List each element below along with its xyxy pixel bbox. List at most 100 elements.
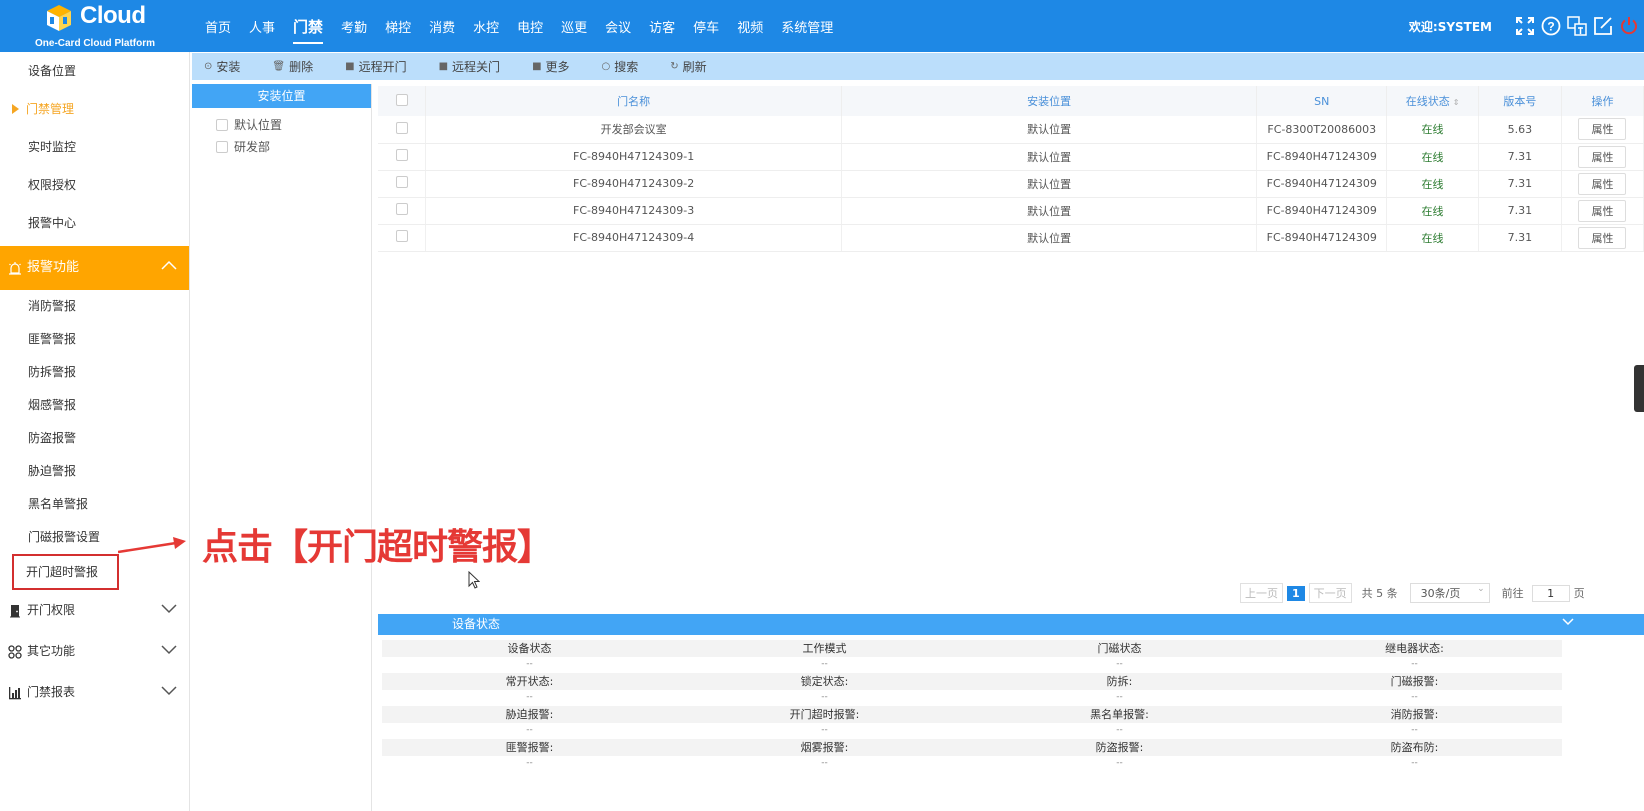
select-cell bbox=[378, 143, 427, 171]
sidebar-item-realtime-monitor[interactable]: 实时监控 bbox=[0, 128, 189, 166]
select-cell bbox=[378, 170, 427, 198]
page-suffix: 页 bbox=[1573, 587, 1585, 600]
table-row[interactable]: FC-8940H47124309-1 默认位置 FC-8940H47124309 在线… bbox=[378, 143, 1644, 171]
search-button[interactable]: ○ 搜索 bbox=[602, 58, 639, 75]
sidebar-item-fire-alarm[interactable]: 消防警报 bbox=[0, 290, 189, 323]
nav-patrol[interactable]: 巡更 bbox=[561, 13, 587, 40]
remote-open-button[interactable]: ■ 远程开门 bbox=[345, 58, 406, 75]
nav-consumption[interactable]: 消费 bbox=[429, 13, 455, 40]
row-checkbox[interactable] bbox=[395, 121, 408, 134]
refresh-label: 刷新 bbox=[682, 60, 707, 74]
nav-video[interactable]: 视频 bbox=[737, 13, 763, 40]
device-status-grid: 设备状态 工作模式 门磁状态 继电器状态: -- -- -- -- 常开状态: 锁定状态: 防拆: 门… bbox=[382, 640, 1562, 772]
nav-meeting[interactable]: 会议 bbox=[605, 13, 631, 40]
chevron-down-icon[interactable] bbox=[1562, 618, 1574, 626]
sidebar-item-blacklist-alarm[interactable]: 黑名单警报 bbox=[0, 488, 189, 521]
checkbox[interactable] bbox=[216, 141, 228, 153]
next-page-button[interactable]: 下一页 bbox=[1308, 583, 1352, 603]
sidebar-item-device-location[interactable]: 设备位置 bbox=[0, 52, 189, 90]
sidebar-item-authorization[interactable]: 权限授权 bbox=[0, 166, 189, 204]
cell-action: 属性 bbox=[1561, 116, 1644, 144]
power-icon[interactable] bbox=[1618, 15, 1640, 37]
properties-button[interactable]: 属性 bbox=[1578, 172, 1627, 195]
goto-page-input[interactable]: 1 bbox=[1531, 584, 1570, 602]
device-status-label: 匪警报警: bbox=[505, 741, 554, 754]
device-status-title: 设备状态 bbox=[452, 617, 501, 631]
column-header-online-status[interactable]: 在线状态 ⇕ bbox=[1386, 86, 1479, 116]
help-icon[interactable]: ? bbox=[1540, 15, 1562, 37]
delete-button[interactable]: 🗑 删除 bbox=[272, 58, 313, 75]
chevron-down-icon bbox=[161, 645, 177, 655]
edit-icon[interactable] bbox=[1592, 15, 1614, 37]
location-item-rd[interactable]: 研发部 bbox=[192, 136, 371, 158]
triangle-right-icon bbox=[12, 104, 19, 114]
select-all-checkbox[interactable] bbox=[395, 93, 408, 106]
location-item-default[interactable]: 默认位置 bbox=[192, 114, 371, 136]
chevron-down-icon: ⌄ bbox=[1477, 584, 1485, 594]
sort-icon[interactable]: ⇕ bbox=[1453, 98, 1460, 107]
device-status-label: 黑名单报警: bbox=[1090, 708, 1149, 721]
select-cell bbox=[378, 197, 427, 225]
table-row[interactable]: FC-8940H47124309-4 默认位置 FC-8940H47124309 在线… bbox=[378, 224, 1644, 252]
properties-button[interactable]: 属性 bbox=[1578, 118, 1627, 141]
page-size-select[interactable]: 30条/页 ⌄ bbox=[1409, 583, 1490, 603]
sidebar-group-other-functions[interactable]: 其它功能 bbox=[0, 631, 189, 672]
remote-close-button[interactable]: ■ 远程关门 bbox=[439, 58, 500, 75]
svg-text:?: ? bbox=[1547, 20, 1554, 34]
properties-button[interactable]: 属性 bbox=[1578, 199, 1627, 222]
select-cell bbox=[378, 116, 427, 144]
fullscreen-icon[interactable] bbox=[1514, 15, 1536, 37]
sidebar-item-door-open-timeout[interactable]: 开门超时警报 bbox=[12, 554, 119, 590]
row-checkbox[interactable] bbox=[395, 203, 408, 215]
sidebar-item-door-management[interactable]: 门禁管理 bbox=[0, 90, 189, 128]
sidebar-item-burglary-alarm[interactable]: 防盗报警 bbox=[0, 422, 189, 455]
page-number-current[interactable]: 1 bbox=[1287, 585, 1305, 601]
sidebar-item-tamper-alarm[interactable]: 防拆警报 bbox=[0, 356, 189, 389]
nav-system[interactable]: 系统管理 bbox=[781, 13, 833, 40]
sidebar-item-smoke-alarm[interactable]: 烟感警报 bbox=[0, 389, 189, 422]
device-status-label-row: 匪警报警: 烟雾报警: 防盗报警: 防盗布防: bbox=[382, 739, 1562, 756]
device-status-value: -- bbox=[1411, 725, 1418, 735]
row-checkbox[interactable] bbox=[395, 176, 408, 188]
nav-elevator[interactable]: 梯控 bbox=[385, 13, 411, 40]
device-status-label: 烟雾报警: bbox=[800, 741, 849, 754]
nav-attendance[interactable]: 考勤 bbox=[341, 13, 367, 40]
row-checkbox[interactable] bbox=[395, 230, 408, 242]
nav-parking[interactable]: 停车 bbox=[693, 13, 719, 40]
sidebar-item-duress-alarm[interactable]: 胁迫警报 bbox=[0, 455, 189, 488]
prev-page-button[interactable]: 上一页 bbox=[1240, 583, 1283, 603]
refresh-button[interactable]: ↻ 刷新 bbox=[670, 58, 706, 75]
nav-access-control[interactable]: 门禁 bbox=[293, 12, 324, 44]
sidebar-item-robbery-alarm[interactable]: 匪警警报 bbox=[0, 323, 189, 356]
nav-electric[interactable]: 电控 bbox=[517, 13, 543, 40]
remote-open-label: 远程开门 bbox=[358, 60, 407, 74]
sidebar-item-alarm-center[interactable]: 报警中心 bbox=[0, 204, 189, 242]
scrollbar-handle[interactable] bbox=[1634, 365, 1644, 412]
remote-close-label: 远程关门 bbox=[452, 60, 501, 74]
nav-visitor[interactable]: 访客 bbox=[649, 13, 675, 40]
nav-home[interactable]: 首页 bbox=[205, 13, 231, 40]
table-row[interactable]: 开发部会议室 默认位置 FC-8300T20086003 在线 5.63 属性 bbox=[378, 116, 1644, 144]
cell-online-status: 在线 bbox=[1386, 143, 1479, 171]
device-status-label: 胁迫报警: bbox=[505, 708, 554, 721]
language-icon[interactable] bbox=[1566, 15, 1588, 37]
device-status-label: 工作模式 bbox=[802, 642, 847, 655]
alarm-icon bbox=[8, 261, 22, 275]
device-status-header[interactable]: 设备状态 bbox=[378, 614, 1644, 635]
table-row[interactable]: FC-8940H47124309-2 默认位置 FC-8940H47124309 在线… bbox=[378, 170, 1644, 198]
sidebar-group-door-permissions[interactable]: 开门权限 bbox=[0, 590, 189, 631]
nav-personnel[interactable]: 人事 bbox=[249, 13, 275, 40]
device-status-label: 设备状态 bbox=[507, 642, 552, 655]
refresh-icon: ↻ bbox=[670, 61, 679, 72]
install-button[interactable]: ⊙ 安装 bbox=[204, 58, 240, 75]
device-status-value: -- bbox=[1116, 692, 1123, 702]
sidebar-group-access-reports[interactable]: 门禁报表 bbox=[0, 672, 189, 713]
more-button[interactable]: ■ 更多 bbox=[532, 58, 569, 75]
sidebar-group-alarm-functions[interactable]: 报警功能 bbox=[0, 246, 189, 290]
row-checkbox[interactable] bbox=[395, 149, 408, 161]
table-row[interactable]: FC-8940H47124309-3 默认位置 FC-8940H47124309 在线… bbox=[378, 197, 1644, 225]
checkbox[interactable] bbox=[216, 119, 228, 131]
nav-water[interactable]: 水控 bbox=[473, 13, 499, 40]
properties-button[interactable]: 属性 bbox=[1578, 226, 1627, 249]
properties-button[interactable]: 属性 bbox=[1578, 145, 1627, 168]
